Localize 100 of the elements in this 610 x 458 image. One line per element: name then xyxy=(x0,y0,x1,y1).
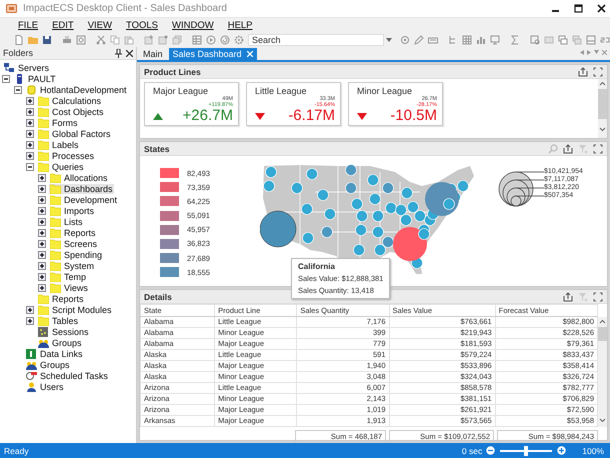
hierarchy-icon[interactable] xyxy=(448,34,458,44)
export-icon[interactable] xyxy=(578,66,588,76)
menu-item[interactable]: VIEW xyxy=(82,20,118,30)
tree-item[interactable]: Groups xyxy=(25,360,71,370)
tab[interactable]: Sales Dashboard xyxy=(168,48,257,60)
expand-icon[interactable] xyxy=(38,250,46,258)
tree-item[interactable]: Queries xyxy=(37,162,85,172)
expand-icon[interactable] xyxy=(26,306,34,314)
tree-item[interactable]: Temp xyxy=(49,272,88,282)
tree-item[interactable]: Groups xyxy=(37,338,83,348)
zoom-out-icon[interactable] xyxy=(486,446,496,455)
tree-item[interactable]: Data Links xyxy=(25,348,84,358)
dropdown-caret-icon[interactable] xyxy=(386,38,392,42)
expand-icon[interactable] xyxy=(38,240,46,248)
grid-icon[interactable] xyxy=(462,34,472,44)
tree-item[interactable]: Cost Objects xyxy=(37,106,105,116)
scrollbar[interactable] xyxy=(598,79,607,138)
tree-item[interactable]: Lists xyxy=(49,216,84,226)
menu-item[interactable]: HELP xyxy=(222,20,259,30)
expand-icon[interactable] xyxy=(38,196,46,204)
sigma-icon[interactable] xyxy=(510,34,520,44)
tree-item[interactable]: Screens xyxy=(49,238,98,248)
add-document-icon[interactable] xyxy=(144,34,154,44)
expand-icon[interactable] xyxy=(38,174,46,182)
panel-icon[interactable] xyxy=(586,34,596,44)
scissors-icon[interactable] xyxy=(96,34,106,44)
stacked-windows-icon[interactable] xyxy=(558,34,568,44)
tree-item[interactable]: Forms xyxy=(37,118,78,128)
tree-item[interactable]: Views xyxy=(49,282,89,292)
tree-item[interactable]: Scheduled Tasks xyxy=(25,370,109,380)
tree-item[interactable]: Sessions xyxy=(37,326,90,336)
export-icon[interactable] xyxy=(563,292,573,302)
folder-icon xyxy=(38,150,49,160)
tree-item[interactable]: Spending xyxy=(49,250,104,260)
collapse-icon[interactable] xyxy=(14,86,22,94)
expand-icon[interactable] xyxy=(26,118,34,126)
tab[interactable]: Main xyxy=(139,48,167,60)
tree-item[interactable]: Tables xyxy=(37,316,80,326)
new-document-icon[interactable] xyxy=(14,34,24,44)
menu-item[interactable]: EDIT xyxy=(46,20,80,30)
menu-item[interactable]: TOOLS xyxy=(120,20,164,30)
menu-item[interactable]: WINDOW xyxy=(166,20,220,30)
zoom-in-icon[interactable] xyxy=(557,446,566,455)
scroll-left-icon[interactable] xyxy=(580,50,584,55)
tree-item[interactable]: Processes xyxy=(37,150,96,160)
tree-item[interactable]: Calculations xyxy=(37,96,102,106)
folder-icon xyxy=(50,238,61,248)
menu-item[interactable]: FILE xyxy=(12,20,44,30)
scroll-right-icon[interactable] xyxy=(587,50,591,55)
window-icon[interactable] xyxy=(490,34,500,44)
target-icon[interactable] xyxy=(400,34,410,44)
tree-item[interactable]: System xyxy=(49,260,96,270)
gear-icon[interactable] xyxy=(234,34,244,44)
expand-icon[interactable] xyxy=(38,284,46,292)
table-icon[interactable] xyxy=(192,34,202,44)
tree-item[interactable]: Labels xyxy=(37,140,80,150)
tree-item[interactable]: HotlantaDevelopment xyxy=(25,84,128,94)
expand-icon[interactable] xyxy=(26,152,34,160)
printer-icon[interactable] xyxy=(62,34,72,44)
tree-item[interactable]: Reports xyxy=(49,228,97,238)
tree-item[interactable]: Servers xyxy=(3,62,50,72)
tree-item[interactable]: Users xyxy=(25,382,65,392)
maximize-icon[interactable] xyxy=(574,4,583,13)
tree-item[interactable]: Script Modules xyxy=(37,304,113,314)
collapse-icon[interactable] xyxy=(2,74,10,82)
save-icon[interactable] xyxy=(42,34,52,44)
export-icon[interactable] xyxy=(563,144,573,154)
expand-icon[interactable] xyxy=(38,184,46,192)
expand-icon[interactable] xyxy=(26,140,34,148)
expand-icon[interactable] xyxy=(26,96,34,104)
tree-item[interactable]: Reports xyxy=(37,294,85,304)
tree-item[interactable]: Global Factors xyxy=(37,128,112,138)
expand-icon[interactable] xyxy=(38,262,46,270)
expand-icon[interactable] xyxy=(38,272,46,280)
search-field[interactable]: Search xyxy=(248,34,384,46)
bar-chart-icon[interactable] xyxy=(476,34,486,44)
tree-item[interactable]: PAULT xyxy=(13,74,57,84)
find-table-icon[interactable] xyxy=(530,34,540,44)
expand-icon[interactable] xyxy=(38,206,46,214)
zoom-slider-thumb[interactable] xyxy=(524,446,528,456)
pin-icon[interactable] xyxy=(115,48,122,58)
tree-item[interactable]: Imports xyxy=(49,206,96,216)
print-preview-icon[interactable] xyxy=(76,34,86,44)
folder-icon xyxy=(38,96,49,106)
expand-icon[interactable] xyxy=(26,316,34,324)
scrollbar[interactable] xyxy=(598,317,607,427)
expand-icon[interactable] xyxy=(38,218,46,226)
close-icon[interactable] xyxy=(597,4,606,13)
tree-item[interactable]: Development xyxy=(49,194,118,204)
play-icon[interactable] xyxy=(206,34,216,44)
pencil-icon[interactable] xyxy=(414,34,424,44)
close-icon[interactable] xyxy=(126,50,133,56)
tree-item[interactable]: Dashboards xyxy=(49,184,114,194)
expand-icon[interactable] xyxy=(26,130,34,138)
tree-item[interactable]: Allocations xyxy=(49,172,109,182)
expand-icon[interactable] xyxy=(26,108,34,116)
refresh-icon[interactable] xyxy=(220,34,230,44)
expand-icon[interactable] xyxy=(38,228,46,236)
dropdown-caret-icon[interactable] xyxy=(594,50,599,54)
collapse-icon[interactable] xyxy=(26,162,34,170)
